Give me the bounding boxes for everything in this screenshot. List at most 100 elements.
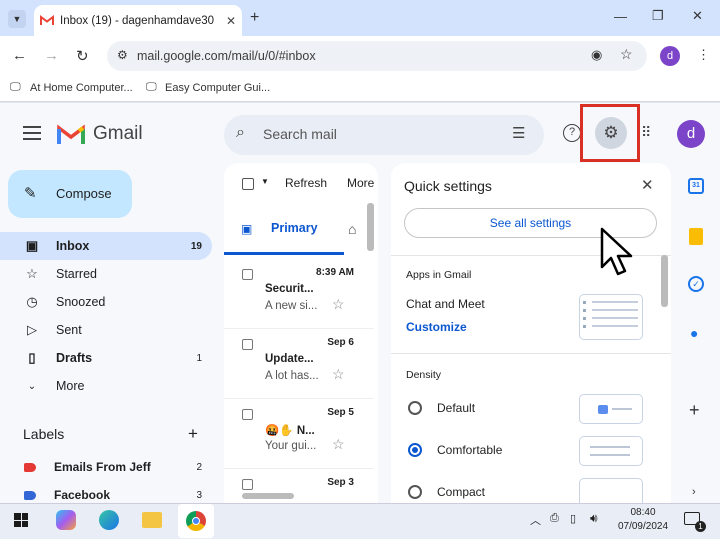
settings-gear-icon[interactable]: ⚙ bbox=[595, 117, 627, 149]
mouse-cursor-icon bbox=[600, 227, 633, 276]
tab-primary[interactable]: ▣ Primary bbox=[224, 203, 344, 255]
mail-row[interactable]: Sep 6 Update... A lot has... ☆ bbox=[224, 329, 374, 399]
panel-scrollbar[interactable] bbox=[661, 255, 668, 307]
contacts-icon[interactable]: ● bbox=[690, 325, 698, 341]
pencil-icon: ✎ bbox=[24, 185, 37, 202]
density-default-radio[interactable] bbox=[408, 401, 422, 415]
windows-start-icon[interactable] bbox=[14, 513, 28, 527]
search-icon[interactable]: ⌕ bbox=[236, 124, 245, 142]
row-checkbox[interactable] bbox=[242, 479, 253, 490]
tab-search-button[interactable]: ▼ bbox=[8, 10, 26, 28]
volume-icon[interactable]: 🔊︎ bbox=[590, 511, 598, 526]
apps-heading: Apps in Gmail bbox=[406, 269, 472, 281]
reload-icon[interactable]: ↻ bbox=[76, 47, 89, 65]
file-explorer-icon[interactable] bbox=[142, 512, 162, 528]
mail-list-pane: ▼ Refresh More ▣ Primary ⌂ 8:39 AM Secur… bbox=[224, 163, 378, 503]
forward-icon[interactable]: → bbox=[44, 47, 59, 64]
edge-icon[interactable] bbox=[99, 510, 119, 530]
density-default-label[interactable]: Default bbox=[437, 401, 475, 415]
density-comfortable-label[interactable]: Comfortable bbox=[437, 443, 502, 457]
more-button[interactable]: More bbox=[347, 176, 374, 190]
inbox-tab-icon: ▣ bbox=[241, 222, 253, 236]
bookmark-item-2[interactable]: Easy Computer Gui... bbox=[165, 82, 270, 94]
star-icon: ☆ bbox=[26, 266, 38, 281]
density-compact-preview bbox=[579, 478, 643, 503]
minimize-button[interactable]: — bbox=[614, 9, 627, 24]
compose-label: Compose bbox=[56, 186, 112, 201]
url-text: mail.google.com/mail/u/0/#inbox bbox=[137, 49, 316, 63]
gmail-brand-text: Gmail bbox=[93, 123, 143, 144]
label-color-dot bbox=[24, 490, 36, 500]
bookmark-star-icon[interactable]: ☆ bbox=[620, 46, 633, 63]
nav-item-inbox[interactable]: ▣ Inbox 19 bbox=[0, 232, 212, 260]
network-icon[interactable]: ⎙ bbox=[550, 512, 559, 525]
main-menu-icon[interactable] bbox=[23, 126, 41, 140]
browser-tab-inbox[interactable]: Inbox (19) - dagenhamdave30 ✕ bbox=[34, 5, 242, 36]
profile-avatar[interactable]: d bbox=[660, 46, 680, 66]
row-checkbox[interactable] bbox=[242, 409, 253, 420]
clock-date[interactable]: 07/09/2024 bbox=[612, 521, 674, 532]
refresh-button[interactable]: Refresh bbox=[285, 176, 327, 190]
star-icon[interactable]: ☆ bbox=[332, 296, 345, 313]
chrome-taskbar-button[interactable] bbox=[178, 504, 214, 538]
bookmarks-bar: 🖵 At Home Computer... 🖵 Easy Computer Gu… bbox=[0, 76, 720, 102]
nav-item-snoozed[interactable]: ◷ Snoozed bbox=[0, 288, 212, 316]
new-tab-button[interactable]: + bbox=[250, 9, 259, 27]
mail-row[interactable]: Sep 5 🤬✋ N... Your gui... ☆ bbox=[224, 399, 374, 469]
density-comfortable-preview bbox=[579, 436, 643, 466]
add-addon-icon[interactable]: + bbox=[689, 400, 700, 421]
row-checkbox[interactable] bbox=[242, 269, 253, 280]
star-icon[interactable]: ☆ bbox=[332, 436, 345, 453]
label-color-dot bbox=[24, 462, 36, 472]
nav-item-more[interactable]: ⌄ More bbox=[0, 372, 212, 400]
tab-primary-label: Primary bbox=[271, 221, 318, 235]
site-info-icon[interactable]: ⚙ bbox=[117, 48, 128, 62]
expand-panel-icon[interactable]: › bbox=[692, 486, 696, 498]
customize-link[interactable]: Customize bbox=[406, 320, 467, 334]
close-tab-icon[interactable]: ✕ bbox=[226, 14, 236, 28]
star-icon[interactable]: ☆ bbox=[332, 366, 345, 383]
label-item-jeff[interactable]: Emails From Jeff 2 bbox=[0, 454, 212, 480]
search-input[interactable]: Search mail bbox=[263, 126, 337, 142]
draft-icon: ▯ bbox=[28, 350, 36, 365]
battery-icon[interactable]: ▯ bbox=[570, 512, 576, 525]
gmail-logo-icon bbox=[57, 124, 85, 144]
select-dropdown-icon[interactable]: ▼ bbox=[261, 177, 269, 186]
divider bbox=[391, 353, 671, 354]
calendar-icon[interactable]: 31 bbox=[688, 178, 704, 194]
promotions-tag-icon[interactable]: ⌂ bbox=[348, 221, 356, 237]
compose-button[interactable]: ✎ Compose bbox=[8, 170, 132, 218]
quick-settings-panel: Quick settings ✕ See all settings Apps i… bbox=[391, 163, 671, 503]
tray-overflow-icon[interactable]: ︿ bbox=[530, 512, 541, 528]
clock-time[interactable]: 08:40 bbox=[625, 507, 661, 518]
maximize-button[interactable]: ❐ bbox=[652, 8, 664, 24]
nav-item-drafts[interactable]: ▯ Drafts 1 bbox=[0, 344, 212, 372]
mail-list-scrollbar[interactable] bbox=[367, 203, 374, 251]
help-icon[interactable]: ? bbox=[563, 124, 581, 142]
density-compact-radio[interactable] bbox=[408, 485, 422, 499]
copilot-icon[interactable] bbox=[56, 510, 76, 530]
nav-item-sent[interactable]: ▷ Sent bbox=[0, 316, 212, 344]
send-icon: ▷ bbox=[27, 322, 37, 337]
horizontal-scrollbar[interactable] bbox=[242, 493, 294, 499]
nav-item-starred[interactable]: ☆ Starred bbox=[0, 260, 212, 288]
select-all-checkbox[interactable] bbox=[242, 178, 254, 190]
account-avatar[interactable]: d bbox=[677, 120, 705, 148]
row-checkbox[interactable] bbox=[242, 339, 253, 350]
eye-icon[interactable]: ◉ bbox=[591, 47, 602, 63]
back-icon[interactable]: ← bbox=[12, 47, 27, 64]
mail-row[interactable]: 8:39 AM Securit... A new si... ☆ bbox=[224, 259, 374, 329]
keep-icon[interactable] bbox=[689, 228, 703, 245]
close-window-button[interactable]: ✕ bbox=[692, 8, 703, 24]
close-icon[interactable]: ✕ bbox=[641, 176, 654, 194]
tasks-icon[interactable]: ✓ bbox=[688, 276, 704, 292]
browser-menu-icon[interactable]: ⋮ bbox=[697, 47, 710, 63]
density-comfortable-radio[interactable] bbox=[408, 443, 422, 457]
bookmark-item-1[interactable]: At Home Computer... bbox=[30, 82, 133, 94]
apps-grid-icon[interactable]: ⠿ bbox=[641, 124, 651, 141]
density-compact-label[interactable]: Compact bbox=[437, 485, 485, 499]
search-options-icon[interactable]: ☰ bbox=[512, 124, 525, 142]
monitor-icon: 🖵 bbox=[10, 81, 21, 93]
labels-heading: Labels bbox=[23, 426, 65, 442]
add-label-icon[interactable]: + bbox=[188, 424, 198, 444]
